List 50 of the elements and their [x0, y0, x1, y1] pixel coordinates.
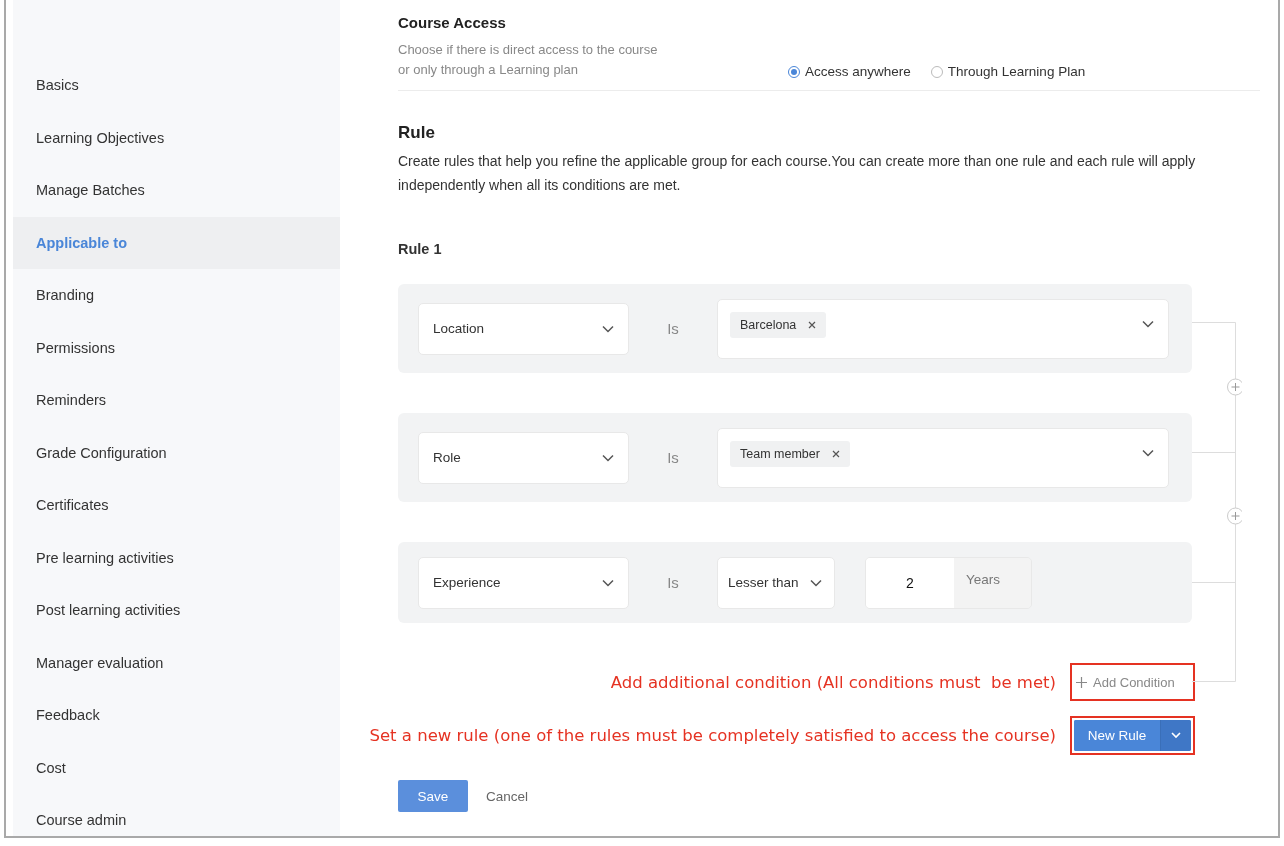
- tag-label: Team member: [740, 446, 820, 461]
- field-dropdown[interactable]: Location: [418, 302, 629, 355]
- annotation-text: Add additional condition (All conditions must be met): [610, 672, 1056, 692]
- radio-label[interactable]: Through Learning Plan: [947, 64, 1086, 79]
- section-title: Course Access: [398, 14, 507, 31]
- plus-icon[interactable]: [1227, 378, 1242, 396]
- sidebar-item[interactable]: Grade Configuration: [13, 426, 340, 479]
- sidebar-item[interactable]: Reminders: [13, 374, 340, 427]
- annotation-text: Set a new rule (one of the rules must be completely satisfied to access the course): [369, 726, 1056, 745]
- comparator-dropdown[interactable]: Lesser than: [717, 556, 835, 609]
- sidebar-item[interactable]: Basics: [13, 59, 340, 112]
- section-description: Create rules that help you refine the applicable group for each course.You can create more than one rule and each rule will apply independently when all its conditions are met.: [398, 152, 1197, 195]
- chevron-down-icon: [602, 324, 614, 333]
- chevron-down-icon: [1142, 319, 1154, 328]
- cancel-button[interactable]: Cancel: [480, 787, 535, 805]
- radio-button[interactable]: [930, 65, 943, 78]
- sidebar-item[interactable]: Feedback: [13, 689, 340, 742]
- plus-icon[interactable]: [1227, 507, 1242, 525]
- rule-title: Rule 1: [398, 241, 443, 257]
- radio-label[interactable]: Access anywhere: [805, 64, 911, 79]
- section-title: Rule: [398, 123, 436, 143]
- close-icon[interactable]: [808, 320, 817, 329]
- chevron-down-icon: [602, 578, 614, 587]
- tag-label: Barcelona: [740, 317, 797, 332]
- chevron-down-icon: [1171, 732, 1181, 739]
- sidebar-item[interactable]: Manager evaluation: [13, 636, 340, 689]
- close-icon[interactable]: [831, 449, 840, 458]
- sidebar-item[interactable]: Certificates: [13, 479, 340, 532]
- section-description: Choose if there is direct access to the course or only through a Learning plan: [398, 41, 659, 79]
- sidebar-item[interactable]: Course admin: [13, 794, 340, 846]
- value-multiselect[interactable]: Team member: [717, 427, 1169, 488]
- sidebar-item[interactable]: Branding: [13, 269, 340, 322]
- radio-button[interactable]: [788, 65, 800, 78]
- sidebar-item[interactable]: Learning Objectives: [13, 111, 340, 164]
- chevron-down-icon: [810, 578, 822, 587]
- sidebar-item[interactable]: Pre learning activities: [13, 531, 340, 584]
- chevron-down-icon: [602, 453, 614, 462]
- sidebar-item[interactable]: Post learning activities: [13, 584, 340, 637]
- field-dropdown[interactable]: Experience: [418, 556, 629, 609]
- sidebar-item[interactable]: Manage Batches: [13, 164, 340, 217]
- dropdown-button[interactable]: [1160, 720, 1191, 751]
- sidebar-item[interactable]: Permissions: [13, 321, 340, 374]
- operator-label: Is: [666, 574, 680, 591]
- sidebar-item[interactable]: Cost: [13, 741, 340, 794]
- chevron-down-icon: [1142, 448, 1154, 457]
- field-dropdown[interactable]: Role: [418, 431, 629, 484]
- plus-icon: [1076, 676, 1087, 688]
- operator-label: Is: [666, 320, 680, 337]
- operator-label: Is: [666, 449, 680, 466]
- value-multiselect[interactable]: Barcelona: [717, 298, 1169, 359]
